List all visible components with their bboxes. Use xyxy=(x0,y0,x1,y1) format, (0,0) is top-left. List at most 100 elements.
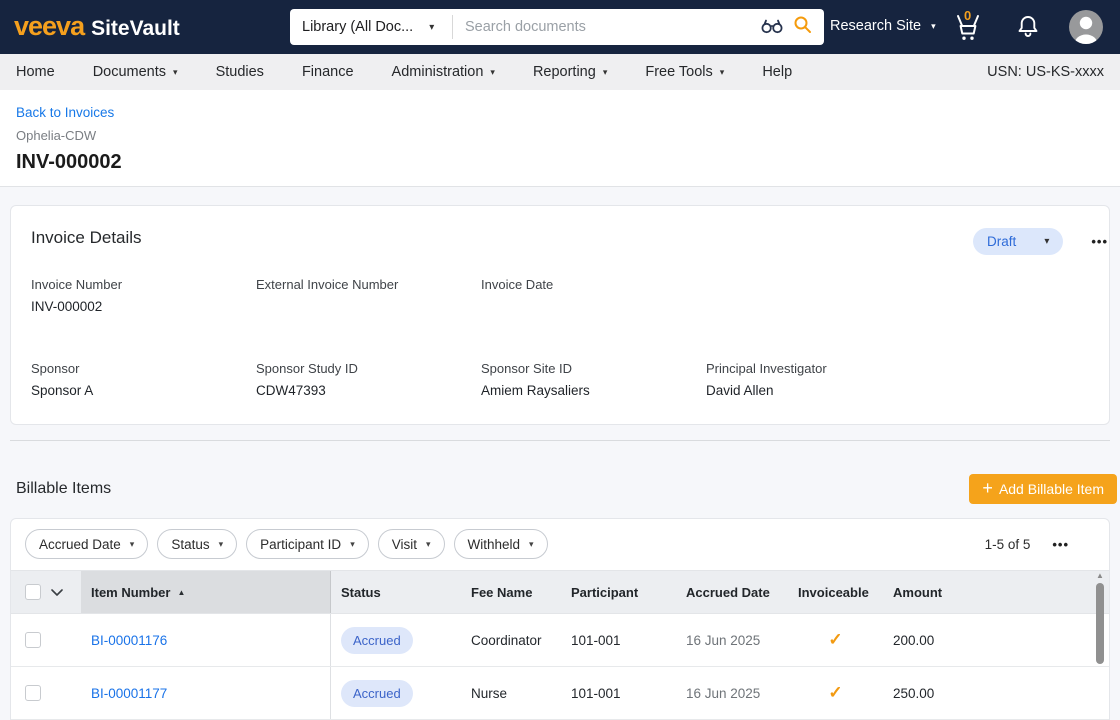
status-badge: Accrued xyxy=(341,627,413,654)
item-number-link[interactable]: BI-00001176 xyxy=(91,633,167,648)
pagination-label: 1-5 of 5 xyxy=(985,537,1031,552)
fee-name-cell: Coordinator xyxy=(461,614,561,666)
scroll-up-icon[interactable]: ▲ xyxy=(1096,571,1104,581)
add-billable-item-button[interactable]: + Add Billable Item xyxy=(969,474,1117,504)
table-row: BI-00001176 Accrued Coordinator 101-001 … xyxy=(11,614,1109,667)
field-sponsor-site-id: Sponsor Site ID Amiem Raysaliers xyxy=(481,361,706,399)
study-name: Ophelia-CDW xyxy=(16,128,1104,143)
chevron-down-icon: ▾ xyxy=(350,539,355,550)
veeva-logo: veeva xyxy=(14,11,84,42)
chevron-down-icon: ▾ xyxy=(720,67,725,78)
chevron-down-icon: ▾ xyxy=(490,67,495,78)
filter-status[interactable]: Status ▾ xyxy=(157,529,237,559)
invoiceable-check-icon: ✓ xyxy=(828,630,842,650)
chevron-down-icon: ▾ xyxy=(931,21,936,32)
filter-accrued-date[interactable]: Accrued Date ▾ xyxy=(25,529,148,559)
chevron-down-icon: ▾ xyxy=(219,539,224,550)
table-more-actions-button[interactable]: ••• xyxy=(1052,537,1069,552)
field-invoice-number: Invoice Number INV-000002 xyxy=(31,277,256,315)
usn-label: USN: US-KS-xxxx xyxy=(987,64,1104,80)
chevron-down-icon: ▾ xyxy=(1044,236,1049,247)
user-avatar[interactable] xyxy=(1069,10,1103,44)
fee-name-cell: Nurse xyxy=(461,667,561,719)
table-row: BI-00001177 Accrued Nurse 101-001 16 Jun… xyxy=(11,667,1109,720)
select-all-checkbox[interactable] xyxy=(25,584,41,600)
participant-cell: 101-001 xyxy=(561,667,676,719)
search-scope-dropdown[interactable]: Library (All Doc... ▾ xyxy=(290,9,452,45)
chevron-down-icon: ▾ xyxy=(603,67,608,78)
filter-visit[interactable]: Visit ▾ xyxy=(378,529,445,559)
field-sponsor: Sponsor Sponsor A xyxy=(31,361,256,399)
accrued-date-cell: 16 Jun 2025 xyxy=(676,614,788,666)
bell-icon xyxy=(1013,13,1043,40)
search-input[interactable] xyxy=(453,19,760,35)
column-header-accrued-date[interactable]: Accrued Date xyxy=(676,571,788,613)
chevron-down-icon: ▾ xyxy=(130,539,135,550)
column-header-participant[interactable]: Participant xyxy=(561,571,676,613)
nav-item-home[interactable]: Home xyxy=(16,64,55,80)
status-badge: Accrued xyxy=(341,680,413,707)
accrued-date-cell: 16 Jun 2025 xyxy=(676,667,788,719)
field-principal-investigator: Principal Investigator David Allen xyxy=(706,361,931,399)
binoculars-icon[interactable] xyxy=(760,16,784,39)
field-sponsor-study-id: Sponsor Study ID CDW47393 xyxy=(256,361,481,399)
chevron-down-icon: ▾ xyxy=(173,67,178,78)
sort-asc-icon: ▲ xyxy=(177,588,185,597)
product-name: SiteVault xyxy=(91,17,180,41)
page-header: Back to Invoices Ophelia-CDW INV-000002 … xyxy=(0,90,1120,187)
status-label: Draft xyxy=(987,234,1016,249)
column-header-invoiceable[interactable]: Invoiceable xyxy=(788,571,883,613)
global-search: Library (All Doc... ▾ xyxy=(290,9,824,45)
participant-cell: 101-001 xyxy=(561,614,676,666)
back-to-invoices-link[interactable]: Back to Invoices xyxy=(16,105,114,120)
filter-participant-id[interactable]: Participant ID ▾ xyxy=(246,529,369,559)
selection-menu-chevron-icon[interactable] xyxy=(51,585,63,600)
nav-item-reporting[interactable]: Reporting ▾ xyxy=(533,64,607,80)
row-checkbox[interactable] xyxy=(25,632,41,648)
notifications-button[interactable] xyxy=(1013,13,1043,45)
nav-item-documents[interactable]: Documents ▾ xyxy=(93,64,178,80)
item-number-link[interactable]: BI-00001177 xyxy=(91,686,167,701)
page-title: INV-000002 xyxy=(16,151,1104,174)
column-header-amount[interactable]: Amount xyxy=(883,571,983,613)
billable-items-title: Billable Items xyxy=(16,480,111,498)
billable-items-table: Accrued Date ▾ Status ▾ Participant ID ▾… xyxy=(10,518,1110,720)
cart-count-badge: 0 xyxy=(964,8,971,23)
status-dropdown[interactable]: Draft ▾ xyxy=(973,228,1063,255)
field-external-invoice-number: External Invoice Number xyxy=(256,277,481,315)
nav-item-finance[interactable]: Finance xyxy=(302,64,354,80)
chevron-down-icon: ▾ xyxy=(429,22,434,33)
nav-item-studies[interactable]: Studies xyxy=(216,64,264,80)
chevron-down-icon: ▾ xyxy=(426,539,431,550)
nav-item-free-tools[interactable]: Free Tools ▾ xyxy=(645,64,724,80)
more-actions-button[interactable]: ••• xyxy=(1091,234,1108,249)
person-icon xyxy=(1069,10,1103,44)
section-divider xyxy=(10,440,1110,441)
chevron-down-icon: ▾ xyxy=(529,539,534,550)
main-nav: Home Documents ▾ Studies Finance Adminis… xyxy=(0,54,1120,90)
search-scope-label: Library (All Doc... xyxy=(302,19,413,35)
table-header-row: Item Number ▲ Status Fee Name Participan… xyxy=(11,570,1109,614)
amount-cell: 200.00 xyxy=(883,614,983,666)
app-logo[interactable]: veeva SiteVault xyxy=(14,11,180,42)
plus-icon: + xyxy=(982,478,993,499)
nav-item-administration[interactable]: Administration ▾ xyxy=(392,64,495,80)
field-invoice-date: Invoice Date xyxy=(481,277,706,315)
site-selector-label: Research Site xyxy=(830,18,921,34)
amount-cell: 250.00 xyxy=(883,667,983,719)
scrollbar-thumb[interactable] xyxy=(1096,583,1104,664)
column-header-item-number[interactable]: Item Number ▲ xyxy=(81,571,331,613)
invoice-details-title: Invoice Details xyxy=(31,228,142,248)
table-scrollbar[interactable]: ▲ xyxy=(1094,571,1106,664)
site-selector-dropdown[interactable]: Research Site ▾ xyxy=(830,18,936,34)
invoice-details-card: Invoice Details Invoice Number INV-00000… xyxy=(10,205,1110,425)
search-icon[interactable] xyxy=(793,15,812,39)
cart-button[interactable]: 0 xyxy=(950,11,986,47)
row-checkbox[interactable] xyxy=(25,685,41,701)
topbar: veeva SiteVault Library (All Doc... ▾ xyxy=(0,0,1120,54)
column-header-status[interactable]: Status xyxy=(331,571,461,613)
nav-item-help[interactable]: Help xyxy=(762,64,792,80)
page-content: Invoice Details Invoice Number INV-00000… xyxy=(0,187,1120,720)
column-header-fee-name[interactable]: Fee Name xyxy=(461,571,561,613)
filter-withheld[interactable]: Withheld ▾ xyxy=(454,529,548,559)
